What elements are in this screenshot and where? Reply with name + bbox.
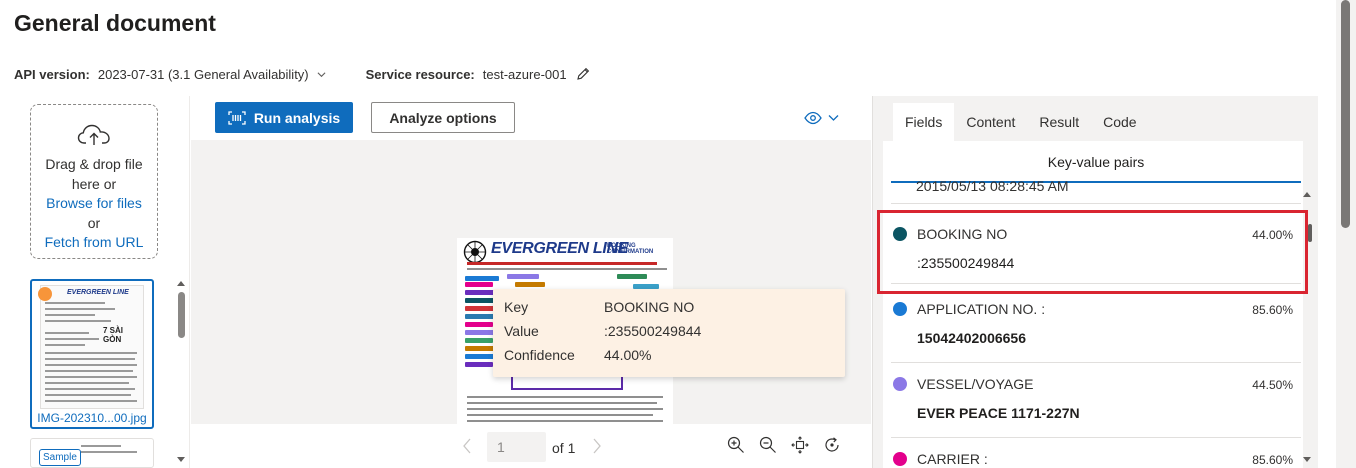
- field-confidence: 85.60%: [1252, 453, 1293, 467]
- tooltip-confidence-value: 44.00%: [604, 347, 652, 363]
- chevron-left-icon[interactable]: [462, 438, 472, 454]
- tooltip-value-label: Value: [504, 323, 539, 339]
- file-drop-zone[interactable]: Drag & drop file here or Browse for file…: [30, 104, 158, 259]
- edit-pencil-icon[interactable]: [575, 66, 591, 82]
- divider: [891, 203, 1301, 204]
- cloud-upload-icon: [77, 124, 110, 145]
- page-navigator: 1 of 1: [191, 424, 871, 468]
- rotate-icon[interactable]: [823, 436, 841, 454]
- fields-list: Key-value pairs 2015/05/13 08:28:45 AM B…: [883, 141, 1303, 468]
- field-highlight[interactable]: [465, 362, 493, 367]
- fields-scrollbar[interactable]: [1300, 188, 1314, 468]
- field-highlight[interactable]: [465, 322, 493, 327]
- api-version-label: API version:: [14, 66, 90, 82]
- visibility-toggle[interactable]: [804, 110, 844, 126]
- service-resource-label: Service resource:: [365, 66, 475, 82]
- field-highlight[interactable]: [465, 338, 493, 343]
- api-version-dropdown[interactable]: 2023-07-31 (3.1 General Availability): [98, 67, 309, 82]
- tooltip-value-value: :235500249844: [604, 323, 702, 339]
- tab-fields[interactable]: Fields: [893, 103, 955, 141]
- field-name: VESSEL/VOYAGE: [917, 376, 1034, 392]
- tab-result[interactable]: Result: [1027, 103, 1091, 141]
- run-analysis-button[interactable]: Run analysis: [215, 102, 353, 133]
- run-analysis-label: Run analysis: [253, 109, 341, 126]
- field-confidence: 85.60%: [1252, 303, 1293, 317]
- sample-badge: Sample: [39, 449, 81, 466]
- page-scroll-thumb[interactable]: [1341, 0, 1350, 228]
- field-highlight[interactable]: [515, 282, 545, 287]
- evergreen-logo-icon: [463, 240, 487, 264]
- scan-icon: [228, 110, 246, 125]
- meta-row: API version: 2023-07-31 (3.1 General Ava…: [14, 66, 591, 82]
- field-value: EVER PEACE 1171-227N: [917, 405, 1080, 421]
- thumbnail-scrollbar[interactable]: [176, 279, 186, 468]
- thumbnail-image: EVERGREEN LINE 7 SÀI GÒN: [40, 285, 144, 409]
- field-highlight[interactable]: [465, 282, 493, 287]
- file-list-panel: Drag & drop file here or Browse for file…: [0, 96, 190, 468]
- scroll-down-icon[interactable]: [1303, 457, 1311, 462]
- divider: [891, 362, 1301, 363]
- fit-to-page-icon[interactable]: [791, 436, 809, 454]
- fetch-url-link[interactable]: Fetch from URL: [31, 233, 157, 253]
- thumbnail-filename: IMG-202310...00.jpg: [37, 411, 147, 425]
- scroll-up-icon[interactable]: [177, 281, 185, 286]
- scroll-up-icon[interactable]: [1303, 192, 1311, 197]
- browse-files-link[interactable]: Browse for files: [31, 194, 157, 214]
- selected-field-highlight: [877, 210, 1308, 294]
- status-dot: [38, 287, 52, 301]
- key-value-pairs-header[interactable]: Key-value pairs: [891, 141, 1301, 183]
- field-highlight[interactable]: [507, 274, 539, 279]
- analyze-options-button[interactable]: Analyze options: [371, 102, 515, 133]
- scroll-thumb[interactable]: [1308, 224, 1312, 242]
- drag-drop-text-2: here or: [71, 175, 117, 192]
- field-highlight[interactable]: [465, 290, 495, 295]
- file-thumbnail-selected[interactable]: EVERGREEN LINE 7 SÀI GÒN IMG-202310...00…: [30, 279, 154, 429]
- results-tabs: Fields Content Result Code: [893, 103, 1149, 141]
- tab-code[interactable]: Code: [1091, 103, 1148, 141]
- divider: [891, 437, 1301, 438]
- field-name: APPLICATION NO. :: [917, 301, 1046, 317]
- page-title: General document: [14, 10, 216, 36]
- file-thumbnail-sample[interactable]: Sample: [30, 438, 154, 468]
- field-value-partial: 2015/05/13 08:28:45 AM: [916, 178, 1069, 194]
- field-name: CARRIER :: [917, 451, 988, 467]
- field-value: 15042402006656: [917, 330, 1027, 346]
- field-highlight[interactable]: [465, 354, 495, 359]
- field-highlight[interactable]: [465, 276, 499, 281]
- viewer-toolbar: Run analysis Analyze options: [191, 96, 871, 140]
- eye-icon: [804, 111, 822, 125]
- tab-content[interactable]: Content: [954, 103, 1027, 141]
- field-color-dot: [893, 377, 907, 391]
- field-highlight[interactable]: [465, 306, 495, 311]
- document-viewer-panel: Run analysis Analyze options EVERGREEN L…: [191, 96, 871, 468]
- field-color-dot: [893, 302, 907, 316]
- zoom-in-icon[interactable]: [727, 436, 745, 454]
- page-number-input[interactable]: 1: [487, 432, 546, 462]
- field-highlight[interactable]: [465, 298, 495, 303]
- scroll-thumb[interactable]: [178, 292, 185, 338]
- drag-drop-text-1: Drag & drop file: [45, 156, 143, 172]
- tooltip-key-value: BOOKING NO: [604, 299, 695, 315]
- tooltip-confidence-label: Confidence: [504, 347, 575, 363]
- chevron-right-icon[interactable]: [592, 438, 602, 454]
- document-subheading: BOOKING CONFIRMATION: [607, 243, 654, 255]
- field-confidence: 44.50%: [1252, 378, 1293, 392]
- field-highlight[interactable]: [465, 314, 495, 319]
- chevron-down-icon: [828, 115, 839, 121]
- field-color-dot: [893, 452, 907, 466]
- page-count-text: of 1: [552, 440, 576, 456]
- scroll-down-icon[interactable]: [177, 457, 185, 462]
- field-highlight[interactable]: [465, 330, 495, 335]
- field-tooltip: Key BOOKING NO Value :235500249844 Confi…: [493, 289, 845, 377]
- page-scrollbar[interactable]: [1336, 0, 1356, 468]
- service-resource-value: test-azure-001: [482, 66, 567, 82]
- chevron-down-icon[interactable]: [317, 70, 326, 79]
- document-canvas[interactable]: EVERGREEN LINE BOOKING CONFIRMATION: [191, 140, 871, 424]
- tooltip-key-label: Key: [504, 299, 529, 315]
- zoom-out-icon[interactable]: [759, 436, 777, 454]
- field-highlight[interactable]: [617, 274, 647, 279]
- field-highlight[interactable]: [465, 346, 495, 351]
- or-text: or: [87, 214, 101, 231]
